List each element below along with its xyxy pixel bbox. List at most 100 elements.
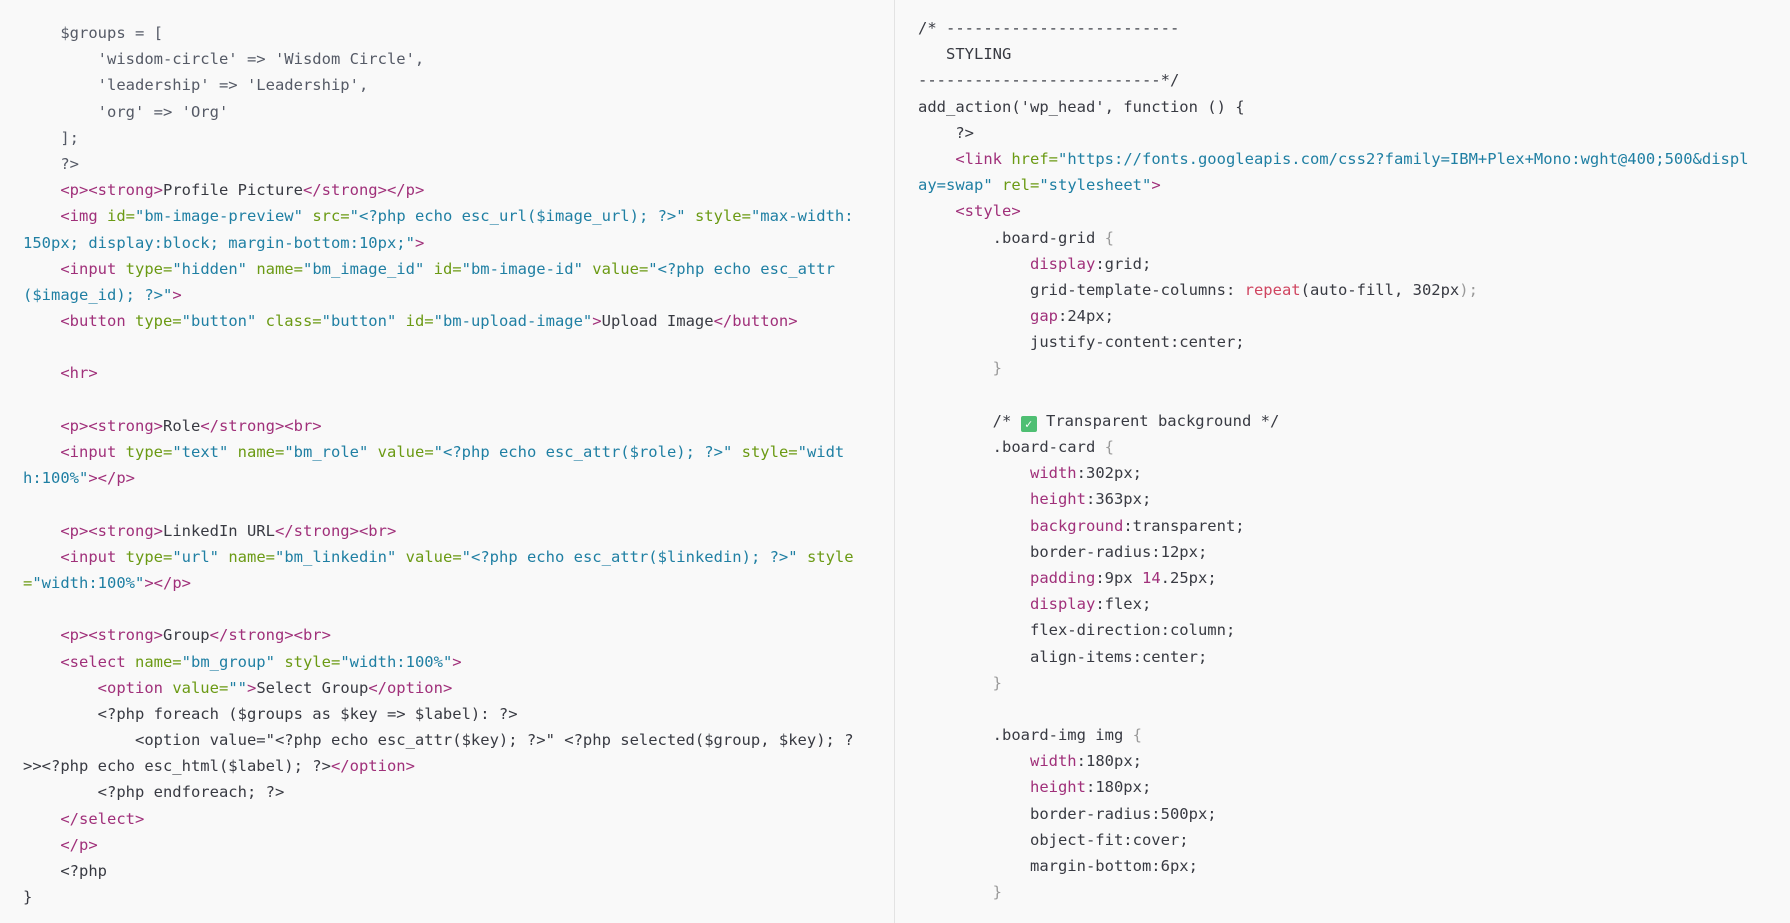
code-token: Profile Picture xyxy=(162,181,303,200)
code-token: :grid; xyxy=(1095,254,1152,273)
code-line: ?> xyxy=(23,151,894,177)
code-line: <select name="bm_group" style="width:100… xyxy=(23,649,894,675)
code-line: 'org' => 'Org' xyxy=(23,99,894,125)
code-line: /* ------------------------- xyxy=(918,15,1790,41)
code-token: } xyxy=(992,673,1002,692)
code-token: "bm-image-id" xyxy=(461,259,583,278)
code-token: add_action('wp_head', function () { xyxy=(918,97,1245,116)
code-token: = xyxy=(23,573,33,592)
code-line: display:grid; xyxy=(918,251,1790,277)
code-line: <style> xyxy=(918,198,1790,224)
code-line: add_action('wp_head', function () { xyxy=(918,94,1790,120)
code-line: width:302px; xyxy=(918,460,1790,486)
code-token: style= xyxy=(732,443,798,461)
code-line: ($image_id); ?>"> xyxy=(23,282,894,308)
code-pane-left[interactable]: $groups = [ 'wisdom-circle' => 'Wisdom C… xyxy=(0,0,895,923)
code-line: width:180px; xyxy=(918,748,1790,774)
code-token: </strong><br> xyxy=(274,521,397,540)
code-token: 'leadership' => 'Leadership', xyxy=(23,76,369,95)
code-token: "widt xyxy=(797,443,845,461)
code-token: <option xyxy=(97,678,173,697)
code-line: object-fit:cover; xyxy=(918,827,1790,853)
code-token: "bm-upload-image" xyxy=(433,312,593,331)
code-token: "button" xyxy=(181,312,257,331)
code-token: justify-content:center; xyxy=(918,333,1245,352)
code-token: >><?php echo esc_html($label); ?> xyxy=(23,757,331,776)
code-line: padding:9px 14.25px; xyxy=(918,565,1790,591)
code-token: border-radius:12px; xyxy=(918,542,1208,561)
code-token: .board-img img xyxy=(918,726,1133,745)
code-line: .board-grid { xyxy=(918,225,1790,251)
code-token: "bm_linkedin" xyxy=(275,547,397,566)
code-line: /* ✓ Transparent background */ xyxy=(918,408,1790,434)
code-token: { xyxy=(1132,726,1142,745)
code-token: padding xyxy=(1029,568,1096,587)
code-token: ay=swap" xyxy=(918,176,993,195)
code-pane-right[interactable]: /* ------------------------- STYLING ----… xyxy=(895,0,1790,923)
code-line: align-items:center; xyxy=(918,644,1790,670)
code-line: height:363px; xyxy=(918,486,1790,512)
code-token: } xyxy=(992,883,1002,902)
code-line: border-radius:500px; xyxy=(918,801,1790,827)
code-line: $groups = [ xyxy=(23,20,894,46)
code-token: width xyxy=(1029,752,1077,771)
code-line: ay=swap" rel="stylesheet"> xyxy=(918,172,1790,198)
check-mark-icon: ✓ xyxy=(1020,415,1037,432)
code-token: <link xyxy=(955,149,1012,168)
code-token: name= xyxy=(228,443,285,461)
code-token: grid-template-columns: xyxy=(918,280,1245,299)
code-token: --------------------------*/ xyxy=(918,71,1180,90)
code-token: "bm_group" xyxy=(181,652,275,671)
code-line: <p><strong>LinkedIn URL</strong><br> xyxy=(23,518,894,544)
code-token: align-items:center; xyxy=(918,647,1208,666)
code-line: <option value="">Select Group</option> xyxy=(23,675,894,701)
code-token: .25px; xyxy=(1160,568,1217,587)
code-line: } xyxy=(23,884,894,910)
code-token: <?php foreach ($groups as $key => $label… xyxy=(23,704,518,723)
code-line: display:flex; xyxy=(918,591,1790,617)
code-token: :363px; xyxy=(1085,490,1152,509)
code-token: ($image_id); ?>" xyxy=(23,285,173,304)
code-token: type= xyxy=(125,259,173,278)
code-line: </select> xyxy=(23,806,894,832)
code-line: <img id="bm-image-preview" src="<?php ec… xyxy=(23,203,894,229)
code-token: <hr> xyxy=(60,364,98,383)
code-line: height:180px; xyxy=(918,774,1790,800)
code-token: "<?php echo esc_attr($role); ?>" xyxy=(433,443,733,461)
code-token: > xyxy=(592,312,602,331)
code-token: <option value="<?php echo esc_attr($key)… xyxy=(23,731,854,750)
code-line: <hr> xyxy=(23,360,894,386)
code-token: ></p> xyxy=(88,469,135,488)
code-line: 150px; display:block; margin-bottom:10px… xyxy=(23,230,894,256)
code-token: Upload Image xyxy=(601,312,714,331)
code-token: class= xyxy=(256,312,322,331)
code-line: gap:24px; xyxy=(918,303,1790,329)
code-line: <?php endforeach; ?> xyxy=(23,779,894,805)
code-token: width xyxy=(1029,464,1077,483)
code-token: :302px; xyxy=(1076,464,1142,483)
code-block-styling: /* ------------------------- STYLING ----… xyxy=(918,15,1790,905)
code-token: 150px; display:block; margin-bottom:10px… xyxy=(23,233,415,252)
code-token: /* xyxy=(918,411,1021,430)
code-line: STYLING xyxy=(918,41,1790,67)
code-token: id= xyxy=(396,312,434,331)
code-token: /* ------------------------- xyxy=(918,19,1180,37)
